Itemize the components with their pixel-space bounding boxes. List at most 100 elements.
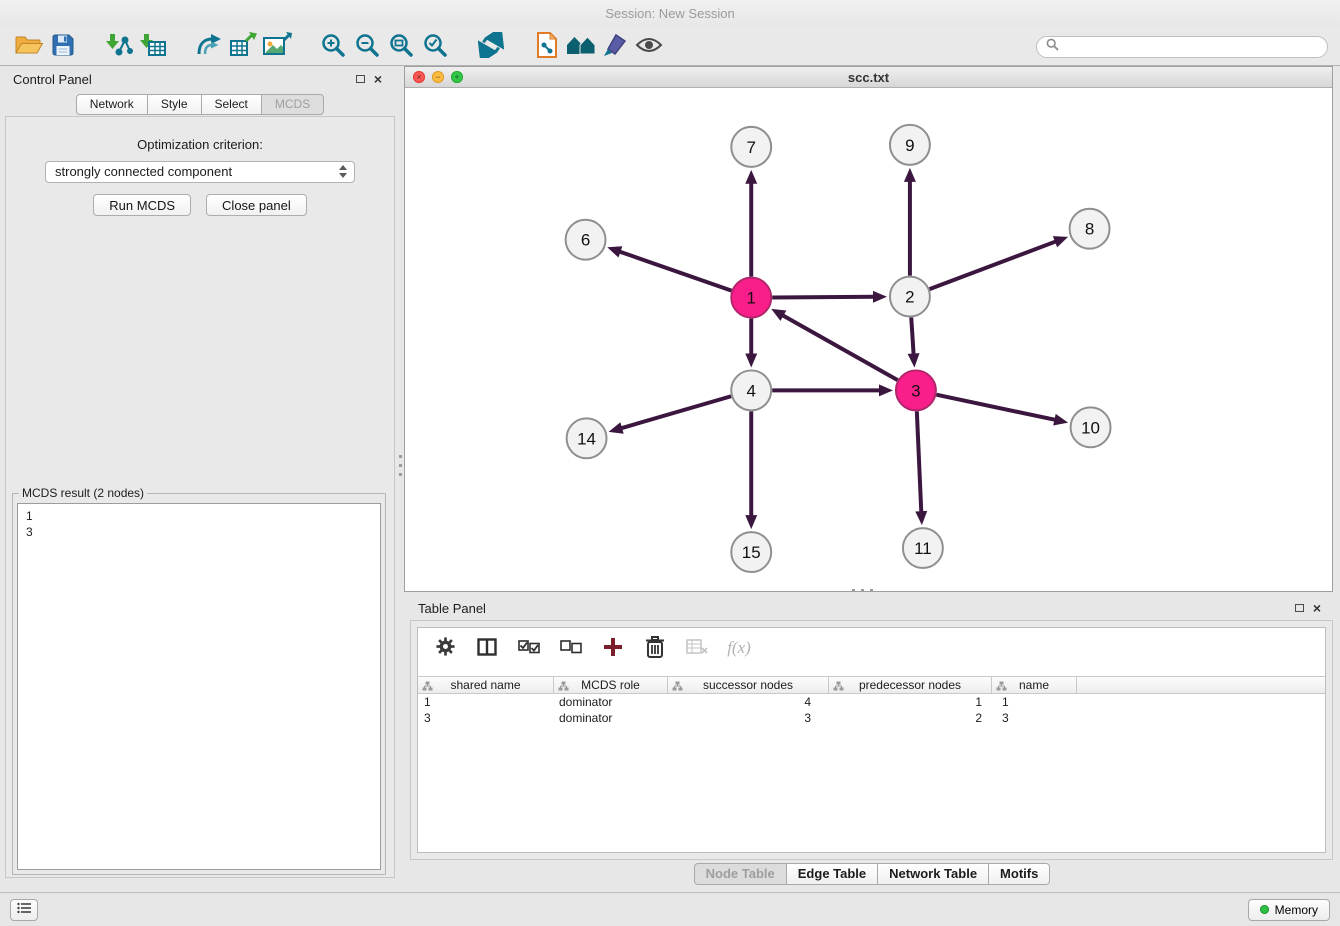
- zoom-fit-icon: [388, 32, 414, 61]
- node-label-4: 4: [747, 381, 756, 400]
- show-columns-button[interactable]: [474, 633, 500, 663]
- tab-node-table[interactable]: Node Table: [694, 863, 787, 885]
- control-panel: Control Panel × NetworkStyleSelectMCDS O…: [0, 66, 400, 892]
- edge-1-6[interactable]: [619, 251, 732, 290]
- add-column-button[interactable]: [600, 633, 626, 663]
- table-toolbar: f(x): [418, 628, 1325, 668]
- zoom-selected-button[interactable]: [418, 30, 452, 64]
- tab-motifs[interactable]: Motifs: [988, 863, 1050, 885]
- node-label-14: 14: [577, 429, 596, 448]
- search-box[interactable]: [1036, 36, 1328, 58]
- edge-3-10[interactable]: [936, 395, 1056, 420]
- home-button[interactable]: [564, 30, 598, 64]
- close-panel-button[interactable]: Close panel: [206, 194, 307, 216]
- columns-icon: [477, 638, 497, 659]
- delete-table-button[interactable]: [684, 633, 710, 663]
- window-title: Session: New Session: [605, 6, 734, 21]
- import-table-button[interactable]: [136, 30, 170, 64]
- edge-arrow-icon: [745, 353, 757, 367]
- minimize-window-button[interactable]: −: [432, 71, 444, 83]
- tab-network[interactable]: Network: [76, 94, 148, 115]
- table-row[interactable]: 3dominator323: [418, 710, 1325, 726]
- delete-column-button[interactable]: [642, 633, 668, 663]
- zoom-out-button[interactable]: [350, 30, 384, 64]
- select-all-columns-button[interactable]: [516, 633, 542, 663]
- memory-button[interactable]: Memory: [1248, 899, 1330, 921]
- column-tree-icon: [996, 681, 1007, 691]
- column-header-label: name: [1019, 678, 1049, 692]
- edge-arrow-icon: [609, 422, 624, 433]
- main-toolbar: [0, 28, 1340, 66]
- column-header-successor-nodes[interactable]: successor nodes: [668, 677, 829, 693]
- node-label-9: 9: [905, 136, 914, 155]
- mcds-result-text[interactable]: 13: [17, 503, 381, 870]
- mcds-panel: Optimization criterion: strongly connect…: [5, 116, 395, 878]
- table-panel-header: Table Panel ×: [404, 596, 1340, 620]
- tab-style[interactable]: Style: [147, 94, 202, 115]
- column-header-MCDS-role[interactable]: MCDS role: [554, 677, 668, 693]
- zoom-fit-button[interactable]: [384, 30, 418, 64]
- horizontal-splitter[interactable]: [852, 589, 878, 592]
- float-icon: [356, 75, 365, 83]
- app-window: Session: New Session: [0, 0, 1340, 926]
- column-tree-icon: [672, 681, 683, 691]
- import-network-button[interactable]: [102, 30, 136, 64]
- show-graphics-button[interactable]: [632, 30, 666, 64]
- window-titlebar[interactable]: Session: New Session: [0, 0, 1340, 28]
- open-session-button[interactable]: [12, 30, 46, 64]
- edge-1-2[interactable]: [772, 297, 875, 298]
- save-session-button[interactable]: [46, 30, 80, 64]
- edge-2-3[interactable]: [911, 318, 913, 356]
- criterion-select[interactable]: strongly connected component: [45, 161, 355, 183]
- search-input[interactable]: [1065, 40, 1318, 54]
- edge-4-14[interactable]: [620, 396, 731, 428]
- node-label-6: 6: [581, 231, 590, 250]
- export-image-icon: [262, 32, 292, 61]
- node-label-7: 7: [747, 138, 756, 157]
- control-panel-close-button[interactable]: ×: [369, 70, 387, 88]
- vertical-splitter[interactable]: [399, 455, 402, 481]
- column-header-predecessor-nodes[interactable]: predecessor nodes: [829, 677, 992, 693]
- network-window-titlebar[interactable]: scc.txt × − +: [405, 67, 1332, 88]
- zoom-window-button[interactable]: +: [451, 71, 463, 83]
- export-image-button[interactable]: [260, 30, 294, 64]
- column-header-shared-name[interactable]: shared name: [418, 677, 554, 693]
- control-panel-title: Control Panel: [13, 72, 92, 87]
- log-console-button[interactable]: [10, 899, 38, 921]
- edge-arrow-icon: [607, 246, 622, 257]
- deselect-all-columns-button[interactable]: [558, 633, 584, 663]
- function-builder-button[interactable]: f(x): [726, 633, 752, 663]
- edge-2-8[interactable]: [930, 241, 1057, 289]
- criterion-selected-value: strongly connected component: [55, 164, 232, 179]
- tab-network-table[interactable]: Network Table: [877, 863, 989, 885]
- column-tree-icon: [422, 681, 433, 691]
- tab-edge-table[interactable]: Edge Table: [786, 863, 878, 885]
- tab-select[interactable]: Select: [201, 94, 262, 115]
- column-header-name[interactable]: name: [992, 677, 1077, 693]
- refresh-view-button[interactable]: [474, 30, 508, 64]
- table-frame: f(x) shared nameMCDS rolesuccessor nodes…: [410, 620, 1333, 860]
- export-table-button[interactable]: [226, 30, 260, 64]
- edge-arrow-icon: [915, 511, 927, 525]
- table-row[interactable]: 1dominator411: [418, 694, 1325, 710]
- edge-arrow-icon: [904, 168, 916, 182]
- control-panel-float-button[interactable]: [351, 70, 369, 88]
- edge-3-11[interactable]: [917, 411, 922, 513]
- export-network-button[interactable]: [192, 30, 226, 64]
- run-mcds-button[interactable]: Run MCDS: [93, 194, 191, 216]
- node-label-10: 10: [1081, 418, 1100, 437]
- edge-3-1[interactable]: [782, 315, 898, 380]
- table-cell: dominator: [554, 710, 668, 726]
- first-neighbors-button[interactable]: [530, 30, 564, 64]
- optimization-criterion-label: Optimization criterion:: [6, 137, 394, 152]
- tab-mcds[interactable]: MCDS: [261, 94, 324, 115]
- close-window-button[interactable]: ×: [413, 71, 425, 83]
- zoom-in-button[interactable]: [316, 30, 350, 64]
- checked-boxes-icon: [518, 640, 540, 657]
- mcds-button-row: Run MCDS Close panel: [6, 194, 394, 216]
- table-settings-button[interactable]: [432, 633, 458, 663]
- table-panel-close-button[interactable]: ×: [1308, 599, 1326, 617]
- network-canvas[interactable]: 7968124314101511: [405, 88, 1332, 591]
- table-panel-float-button[interactable]: [1290, 599, 1308, 617]
- style-brush-button[interactable]: [598, 30, 632, 64]
